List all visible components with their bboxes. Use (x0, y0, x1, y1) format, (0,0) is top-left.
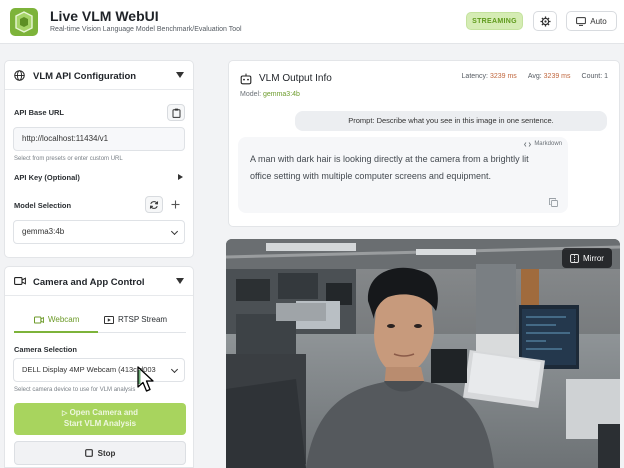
robot-icon (240, 73, 252, 85)
prompt-bubble: Prompt: Describe what you see in this im… (295, 111, 607, 131)
model-selection-label: Model Selection (14, 201, 72, 210)
camera-control-panel: Camera and App Control Webcam RTSP Strea… (4, 266, 194, 468)
avg-value: 3239 ms (543, 73, 571, 80)
mirror-button[interactable]: Mirror (562, 248, 612, 268)
active-tab-indicator (14, 331, 98, 333)
tab-webcam-label: Webcam (48, 315, 80, 324)
base-url-hint: Select from presets or enter custom URL (14, 156, 123, 162)
expand-caret-icon[interactable] (178, 174, 183, 180)
stop-icon (84, 449, 93, 457)
camera-select-value: DELL Display 4MP Webcam (413c:d003 (22, 365, 156, 374)
count-metric: Count: 1 (582, 73, 608, 80)
camera-source-tabs: Webcam RTSP Stream (14, 309, 186, 333)
api-config-panel: VLM API Configuration API Base URL http:… (4, 60, 194, 258)
base-url-input[interactable]: http://localhost:11434/v1 (13, 127, 185, 151)
collapse-caret-icon[interactable] (176, 72, 184, 78)
api-config-header[interactable]: VLM API Configuration (5, 61, 193, 90)
copy-icon[interactable] (549, 198, 558, 207)
app-subtitle: Real-time Vision Language Model Benchmar… (50, 26, 242, 33)
mirror-icon (570, 253, 579, 263)
tab-rtsp-stream[interactable]: RTSP Stream (104, 315, 167, 324)
chevron-down-icon (170, 365, 179, 374)
output-title: VLM Output Info (259, 73, 332, 84)
latency-value: 3239 ms (489, 73, 517, 80)
app-logo-icon (10, 8, 38, 36)
start-analysis-button[interactable]: ▷ Open Camera and Start VLM Analysis (14, 403, 186, 435)
app-title: Live VLM WebUI (50, 8, 159, 24)
markdown-toggle[interactable]: Markdown (524, 141, 562, 147)
avg-label: Avg: (527, 73, 542, 80)
response-bubble: Markdown A man with dark hair is looking… (238, 137, 568, 213)
gear-icon (539, 15, 551, 27)
settings-button[interactable] (533, 11, 557, 31)
model-select-value: gemma3:4b (22, 227, 65, 236)
metrics-bar: Latency: 3239 ms Avg: 3239 ms Count: 1 (462, 73, 608, 80)
video-camera-icon (14, 277, 26, 285)
theme-auto-button[interactable]: Auto (566, 11, 617, 31)
monitor-icon (576, 16, 587, 26)
stream-icon (104, 315, 114, 324)
add-model-icon[interactable] (171, 200, 180, 209)
streaming-status-badge: STREAMING (466, 12, 523, 30)
avg-metric: Avg: 3239 ms (528, 73, 571, 80)
stop-label: Stop (97, 448, 116, 458)
api-key-label[interactable]: API Key (Optional) (14, 173, 80, 182)
collapse-caret-icon[interactable] (176, 278, 184, 284)
output-model-prefix: Model: (240, 91, 262, 98)
mirror-label: Mirror (583, 253, 604, 263)
api-config-title: VLM API Configuration (33, 71, 137, 82)
paste-url-button[interactable] (167, 104, 185, 121)
clipboard-icon (172, 108, 180, 118)
refresh-icon (149, 200, 159, 209)
start-label-line1: Open Camera and (69, 408, 139, 417)
tab-webcam[interactable]: Webcam (34, 315, 79, 324)
webcam-video-frame (226, 239, 620, 468)
vlm-output-card: VLM Output Info Model: gemma3:4b Latency… (228, 60, 620, 227)
tab-rtsp-label: RTSP Stream (118, 315, 168, 324)
output-model-value: gemma3:4b (262, 91, 300, 98)
play-icon: ▷ (61, 410, 68, 417)
base-url-label: API Base URL (14, 108, 65, 117)
stop-button[interactable]: Stop (14, 441, 186, 465)
count-value: 1 (604, 73, 608, 80)
output-model-line: Model: gemma3:4b (240, 91, 300, 98)
code-icon (524, 141, 532, 147)
camera-control-title: Camera and App Control (33, 277, 145, 288)
camera-selection-label: Camera Selection (14, 345, 77, 354)
latency-label: Latency: (461, 73, 488, 80)
camera-hint: Select camera device to use for VLM anal… (14, 387, 136, 393)
webcam-icon (34, 316, 44, 323)
globe-icon (14, 70, 25, 81)
camera-control-header[interactable]: Camera and App Control (5, 267, 193, 296)
mouse-cursor-icon (137, 366, 154, 392)
app-header: Live VLM WebUI Real-time Vision Language… (0, 0, 624, 44)
video-feed: Mirror (226, 239, 620, 468)
start-label-line2: Start VLM Analysis (63, 419, 137, 428)
chevron-down-icon (170, 227, 179, 236)
response-text: A man with dark hair is looking directly… (250, 154, 529, 181)
latency-metric: Latency: 3239 ms (462, 73, 517, 80)
count-label: Count: (581, 73, 603, 80)
start-analysis-line1: ▷ Open Camera and (14, 408, 186, 419)
theme-auto-label: Auto (590, 16, 607, 26)
refresh-models-button[interactable] (145, 196, 163, 213)
model-select[interactable]: gemma3:4b (13, 220, 185, 244)
camera-select[interactable]: DELL Display 4MP Webcam (413c:d003 (13, 358, 185, 382)
markdown-label: Markdown (534, 141, 562, 147)
